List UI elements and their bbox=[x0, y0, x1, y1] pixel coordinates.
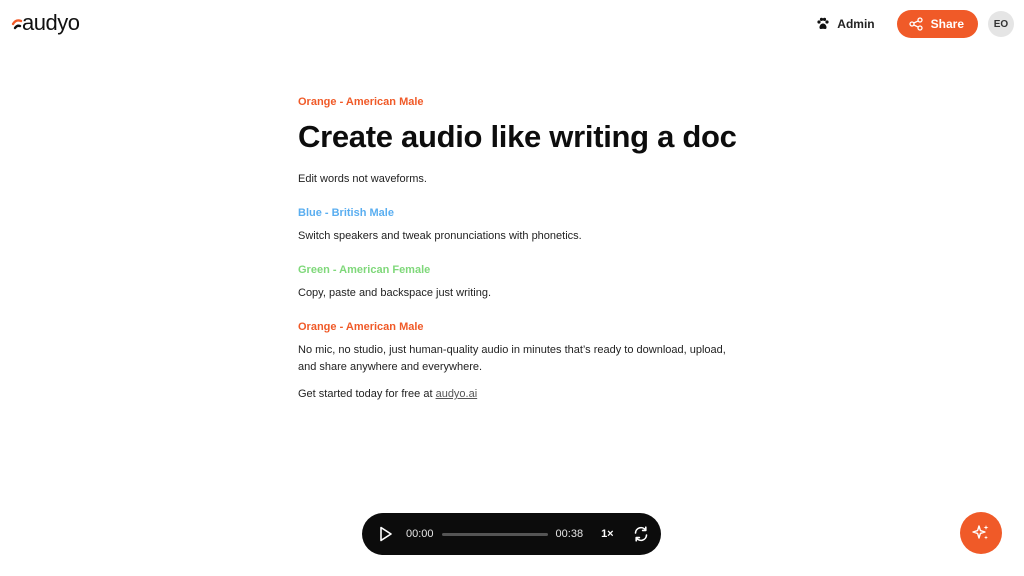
ai-assistant-button[interactable] bbox=[960, 512, 1002, 554]
audyo-link[interactable]: audyo.ai bbox=[436, 388, 478, 400]
current-time: 00:00 bbox=[406, 528, 434, 540]
sparkles-icon bbox=[972, 525, 989, 540]
speaker-label[interactable]: Green - American Female bbox=[298, 263, 738, 277]
header-actions: Admin Share EO bbox=[805, 10, 1014, 38]
share-icon bbox=[908, 17, 923, 31]
speed-button[interactable]: 1× bbox=[601, 528, 614, 540]
cta-text: Get started today for free at bbox=[298, 388, 436, 400]
document[interactable]: Orange - American Male Create audio like… bbox=[298, 95, 738, 403]
paragraph[interactable]: Copy, paste and backspace just writing. bbox=[298, 285, 738, 302]
play-icon bbox=[380, 526, 392, 542]
admin-label: Admin bbox=[837, 17, 875, 31]
paragraph[interactable]: No mic, no studio, just human-quality au… bbox=[298, 342, 728, 376]
app-root: audyo Admin Share EO Orange - American M… bbox=[0, 0, 1024, 576]
repeat-icon bbox=[634, 526, 647, 542]
paw-icon bbox=[817, 17, 829, 30]
speaker-label[interactable]: Blue - British Male bbox=[298, 206, 738, 220]
admin-button[interactable]: Admin bbox=[805, 10, 884, 38]
share-button[interactable]: Share bbox=[896, 10, 978, 38]
speaker-label[interactable]: Orange - American Male bbox=[298, 320, 738, 334]
duration: 00:38 bbox=[555, 528, 584, 540]
progress-track[interactable] bbox=[441, 532, 548, 536]
repeat-button[interactable] bbox=[632, 525, 650, 543]
logo[interactable]: audyo bbox=[10, 10, 80, 36]
logo-text: audyo bbox=[22, 10, 80, 35]
audio-player: 00:00 00:38 1× bbox=[362, 513, 661, 555]
paragraph[interactable]: Edit words not waveforms. bbox=[298, 171, 738, 188]
avatar[interactable]: EO bbox=[988, 11, 1014, 37]
paragraph-cta[interactable]: Get started today for free at audyo.ai bbox=[298, 386, 738, 403]
paragraph[interactable]: Switch speakers and tweak pronunciations… bbox=[298, 228, 738, 245]
doc-title[interactable]: Create audio like writing a doc bbox=[298, 115, 738, 159]
speaker-label[interactable]: Orange - American Male bbox=[298, 95, 738, 109]
play-button[interactable] bbox=[376, 525, 394, 543]
share-label: Share bbox=[930, 17, 964, 31]
